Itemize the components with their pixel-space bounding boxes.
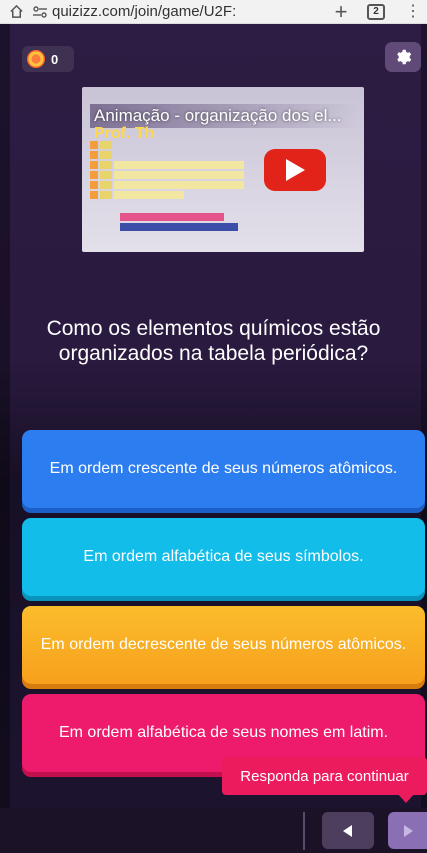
streak-icon bbox=[27, 50, 45, 68]
site-settings-icon[interactable] bbox=[32, 5, 48, 19]
score-value: 0 bbox=[51, 51, 59, 67]
video-play-button[interactable] bbox=[264, 149, 326, 191]
edge-shadow-left bbox=[0, 24, 10, 853]
new-tab-plus-icon[interactable]: + bbox=[323, 0, 359, 23]
periodic-table-illustration bbox=[90, 141, 260, 201]
triangle-left-icon bbox=[343, 824, 352, 837]
continue-hint-tooltip: Responda para continuar bbox=[222, 757, 427, 795]
question-text: Como os elementos químicos estão organiz… bbox=[46, 317, 381, 365]
previous-button[interactable] bbox=[322, 812, 374, 849]
nav-divider bbox=[303, 812, 305, 850]
settings-button[interactable] bbox=[385, 42, 421, 72]
tooltip-arrow bbox=[397, 793, 415, 803]
gear-icon bbox=[397, 49, 412, 65]
answer-option-2[interactable]: Em ordem alfabética de seus símbolos. bbox=[22, 518, 425, 596]
video-thumbnail[interactable]: Animação - organização dos el... Prof. T… bbox=[82, 87, 364, 252]
url-field[interactable]: quizizz.com/join/game/U2F: bbox=[32, 3, 323, 20]
play-icon bbox=[286, 159, 305, 181]
triangle-right-icon bbox=[403, 824, 413, 837]
score-badge: 0 bbox=[22, 46, 74, 72]
browser-address-bar: quizizz.com/join/game/U2F: + 2 ⋮ bbox=[0, 0, 427, 24]
answer-option-3[interactable]: Em ordem decrescente de seus números atô… bbox=[22, 606, 425, 684]
answer-option-1[interactable]: Em ordem crescente de seus números atômi… bbox=[22, 430, 425, 508]
menu-kebab-icon[interactable]: ⋮ bbox=[403, 3, 423, 20]
tab-switcher-button[interactable]: 2 bbox=[367, 3, 385, 20]
next-button[interactable] bbox=[388, 812, 427, 849]
home-icon[interactable] bbox=[0, 4, 32, 19]
url-text: quizizz.com/join/game/U2F: bbox=[52, 3, 237, 20]
lanthanide-rows-illustration bbox=[120, 213, 260, 231]
